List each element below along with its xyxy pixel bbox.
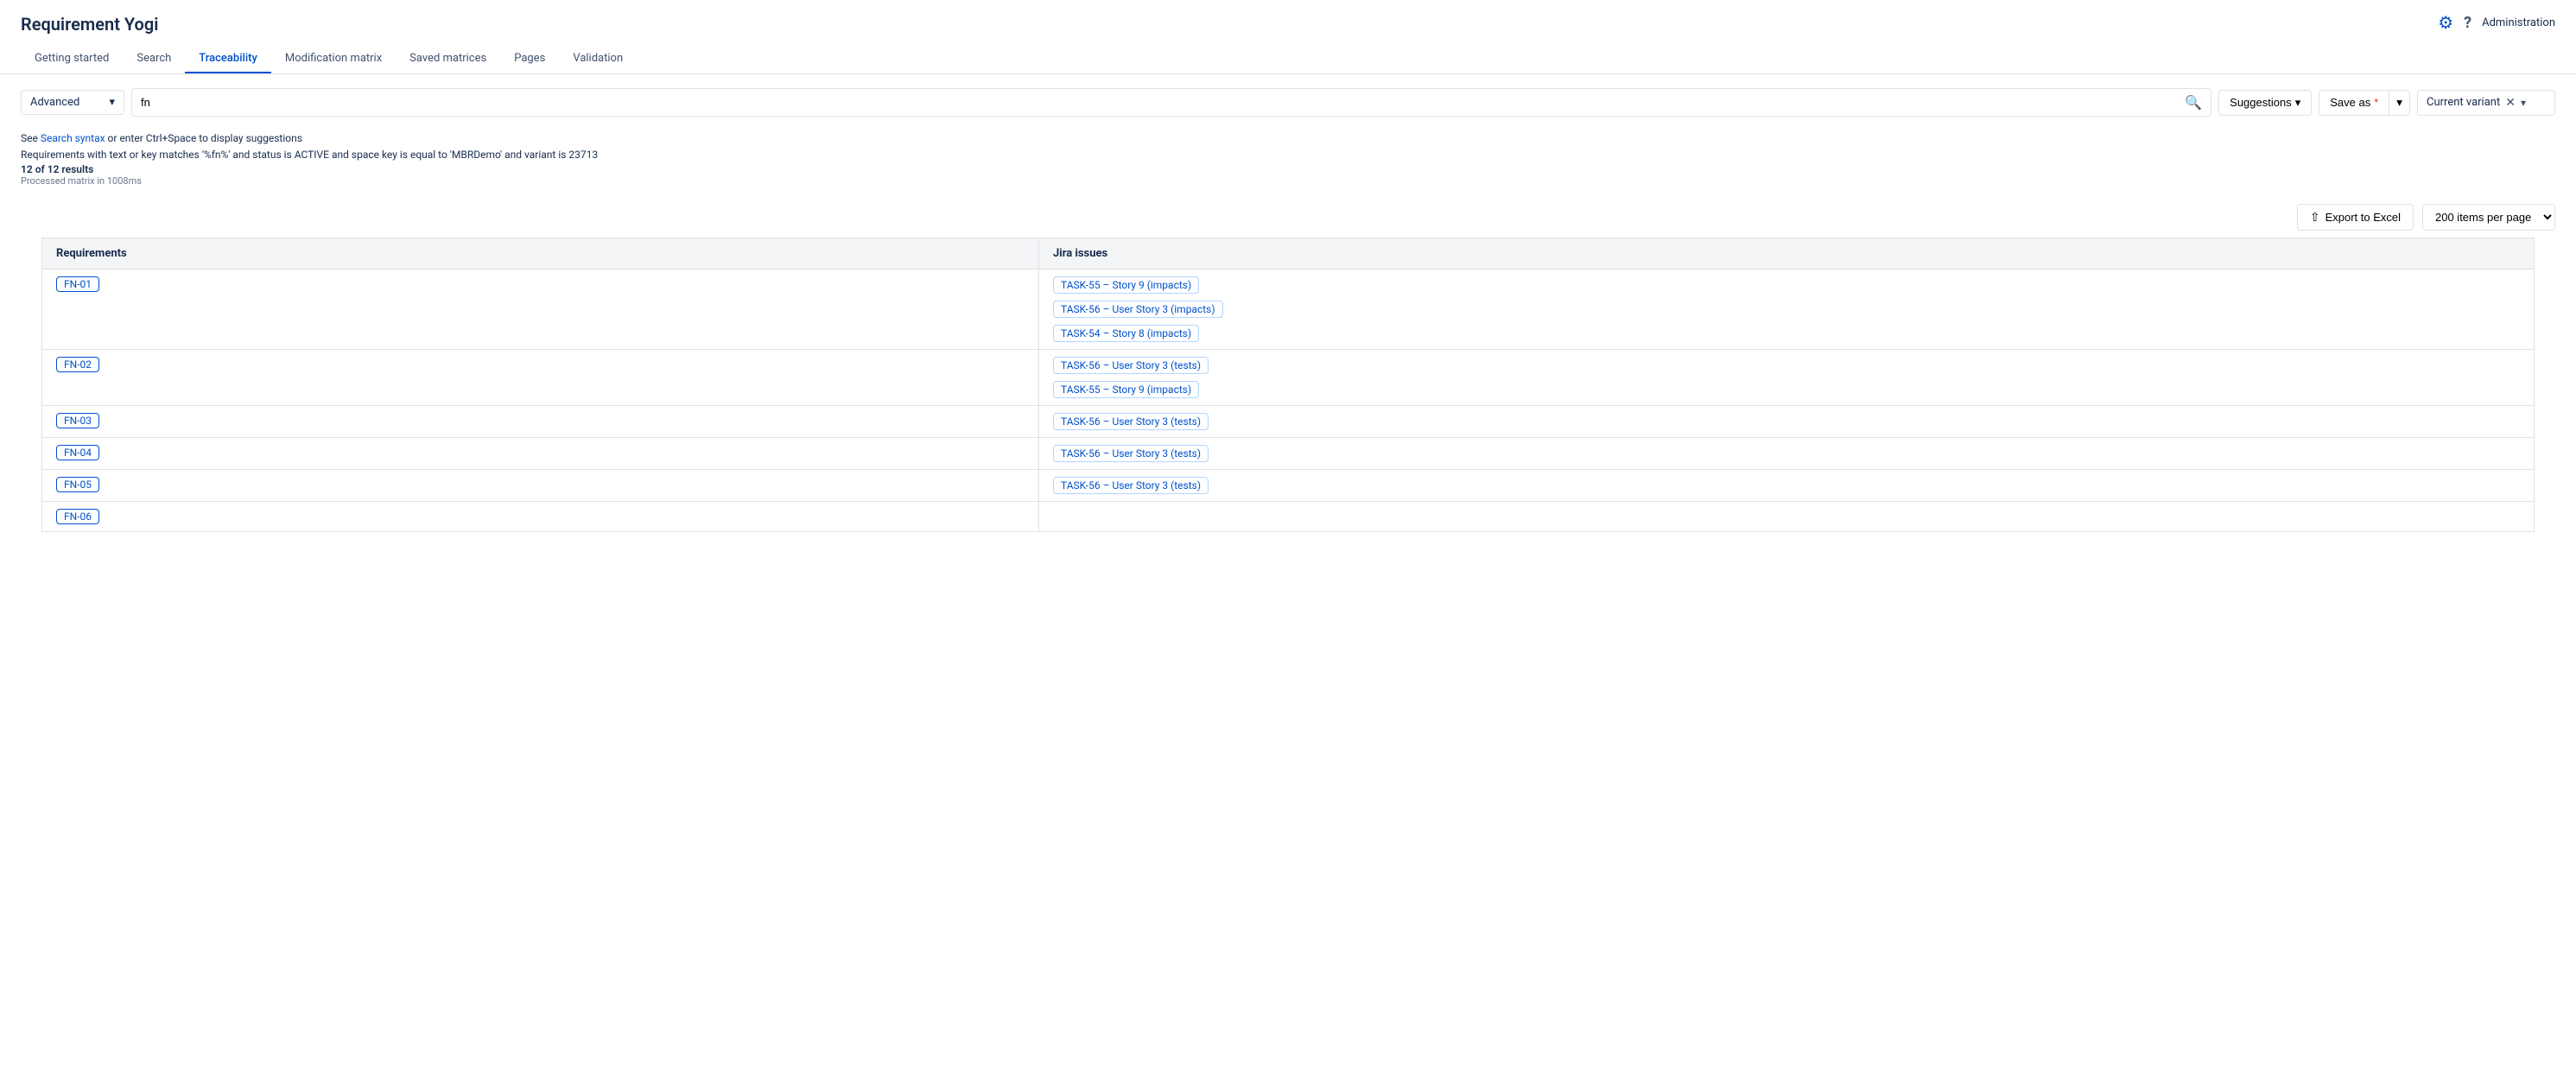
jira-cell <box>1039 502 2535 532</box>
export-label: Export to Excel <box>2325 211 2401 224</box>
variant-chevron-icon: ▾ <box>2521 97 2526 109</box>
search-input-wrap: 🔍 <box>131 88 2211 117</box>
table-row: FN-01 TASK-55 – Story 9 (impacts) TASK-56 … <box>42 270 2535 350</box>
save-as-button[interactable]: Save as * <box>2319 90 2389 116</box>
tab-saved-matrices[interactable]: Saved matrices <box>396 45 500 73</box>
search-bar: Advanced ▾ 🔍 Suggestions ▾ Save as * ▾ C… <box>0 74 2576 130</box>
search-icon[interactable]: 🔍 <box>2185 94 2202 111</box>
help-icon[interactable]: ? <box>2464 14 2471 32</box>
info-section: See Search syntax or enter Ctrl+Space to… <box>0 130 2576 197</box>
table-toolbar: ⇧ Export to Excel 200 items per page <box>0 197 2576 238</box>
jira-cell: TASK-55 – Story 9 (impacts) TASK-56 – Use… <box>1039 270 2535 350</box>
table-row: FN-06 <box>42 502 2535 532</box>
variant-clear-icon[interactable]: ✕ <box>2505 96 2516 110</box>
export-icon: ⇧ <box>2310 210 2320 225</box>
jira-cell: TASK-56 – User Story 3 (tests) TASK-55 – … <box>1039 350 2535 406</box>
req-tag[interactable]: FN-06 <box>56 509 99 524</box>
jira-tag[interactable]: TASK-56 – User Story 3 (tests) <box>1053 357 1209 374</box>
results-count: 12 of 12 results <box>21 163 2555 175</box>
req-cell: FN-01 <box>42 270 1039 350</box>
save-as-label: Save as <box>2330 96 2370 109</box>
jira-cell: TASK-56 – User Story 3 (tests) <box>1039 438 2535 470</box>
gear-icon[interactable]: ⚙ <box>2438 12 2453 33</box>
save-as-asterisk: * <box>2374 96 2378 109</box>
variant-select[interactable]: Current variant ✕ ▾ <box>2417 90 2555 116</box>
hint-text: or enter Ctrl+Space to display suggestio… <box>105 132 302 144</box>
search-input[interactable] <box>141 96 2185 109</box>
nav-tabs: Getting started Search Traceability Modi… <box>21 45 2555 73</box>
jira-tag[interactable]: TASK-56 – User Story 3 (tests) <box>1053 413 1209 430</box>
per-page-select[interactable]: 200 items per page <box>2422 204 2555 231</box>
suggestions-label: Suggestions <box>2230 96 2292 109</box>
variant-label: Current variant <box>2427 96 2500 109</box>
app-title: Requirement Yogi <box>21 14 158 35</box>
admin-link[interactable]: Administration <box>2482 16 2555 29</box>
jira-cell: TASK-56 – User Story 3 (tests) <box>1039 406 2535 438</box>
jira-tag[interactable]: TASK-55 – Story 9 (impacts) <box>1053 276 1199 294</box>
tab-search[interactable]: Search <box>123 45 185 73</box>
req-cell: FN-02 <box>42 350 1039 406</box>
req-tag[interactable]: FN-02 <box>56 357 99 372</box>
save-as-dropdown-chevron-icon: ▾ <box>2396 96 2402 110</box>
search-description: Requirements with text or key matches '%… <box>21 147 2555 163</box>
suggestions-chevron-icon: ▾ <box>2295 96 2301 110</box>
tab-traceability[interactable]: Traceability <box>185 45 271 73</box>
jira-tag[interactable]: TASK-56 – User Story 3 (impacts) <box>1053 301 1223 318</box>
req-cell: FN-03 <box>42 406 1039 438</box>
jira-tag[interactable]: TASK-56 – User Story 3 (tests) <box>1053 477 1209 494</box>
save-as-dropdown-button[interactable]: ▾ <box>2389 90 2410 116</box>
req-tag[interactable]: FN-04 <box>56 445 99 460</box>
req-cell: FN-05 <box>42 470 1039 502</box>
col-requirements: Requirements <box>42 238 1039 270</box>
table-row: FN-04 TASK-56 – User Story 3 (tests) <box>42 438 2535 470</box>
req-cell: FN-06 <box>42 502 1039 532</box>
save-as-group: Save as * ▾ <box>2319 90 2410 116</box>
jira-tag[interactable]: TASK-55 – Story 9 (impacts) <box>1053 381 1199 398</box>
tab-pages[interactable]: Pages <box>500 45 559 73</box>
search-syntax-link[interactable]: Search syntax <box>41 132 105 144</box>
tab-validation[interactable]: Validation <box>559 45 637 73</box>
jira-tag[interactable]: TASK-56 – User Story 3 (tests) <box>1053 445 1209 462</box>
req-tag[interactable]: FN-01 <box>56 276 99 292</box>
col-jira-issues: Jira issues <box>1039 238 2535 270</box>
filter-select[interactable]: Advanced ▾ <box>21 90 124 115</box>
export-button[interactable]: ⇧ Export to Excel <box>2297 204 2414 231</box>
table-row: FN-02TASK-56 – User Story 3 (tests)TASK-… <box>42 350 2535 406</box>
table-row: FN-05 TASK-56 – User Story 3 (tests) <box>42 470 2535 502</box>
req-cell: FN-04 <box>42 438 1039 470</box>
process-time: Processed matrix in 1008ms <box>21 175 2555 187</box>
jira-tag[interactable]: TASK-54 – Story 8 (impacts) <box>1053 325 1199 342</box>
tab-modification-matrix[interactable]: Modification matrix <box>271 45 396 73</box>
table-row: FN-03 TASK-56 – User Story 3 (tests) <box>42 406 2535 438</box>
suggestions-button[interactable]: Suggestions ▾ <box>2218 90 2312 116</box>
req-tag[interactable]: FN-03 <box>56 413 99 428</box>
filter-label: Advanced <box>30 96 79 109</box>
traceability-table: Requirements Jira issues FN-01 TASK-55 – … <box>41 238 2535 532</box>
filter-chevron-icon: ▾ <box>109 96 115 109</box>
req-tag[interactable]: FN-05 <box>56 477 99 492</box>
jira-cell: TASK-56 – User Story 3 (tests) <box>1039 470 2535 502</box>
tab-getting-started[interactable]: Getting started <box>21 45 123 73</box>
